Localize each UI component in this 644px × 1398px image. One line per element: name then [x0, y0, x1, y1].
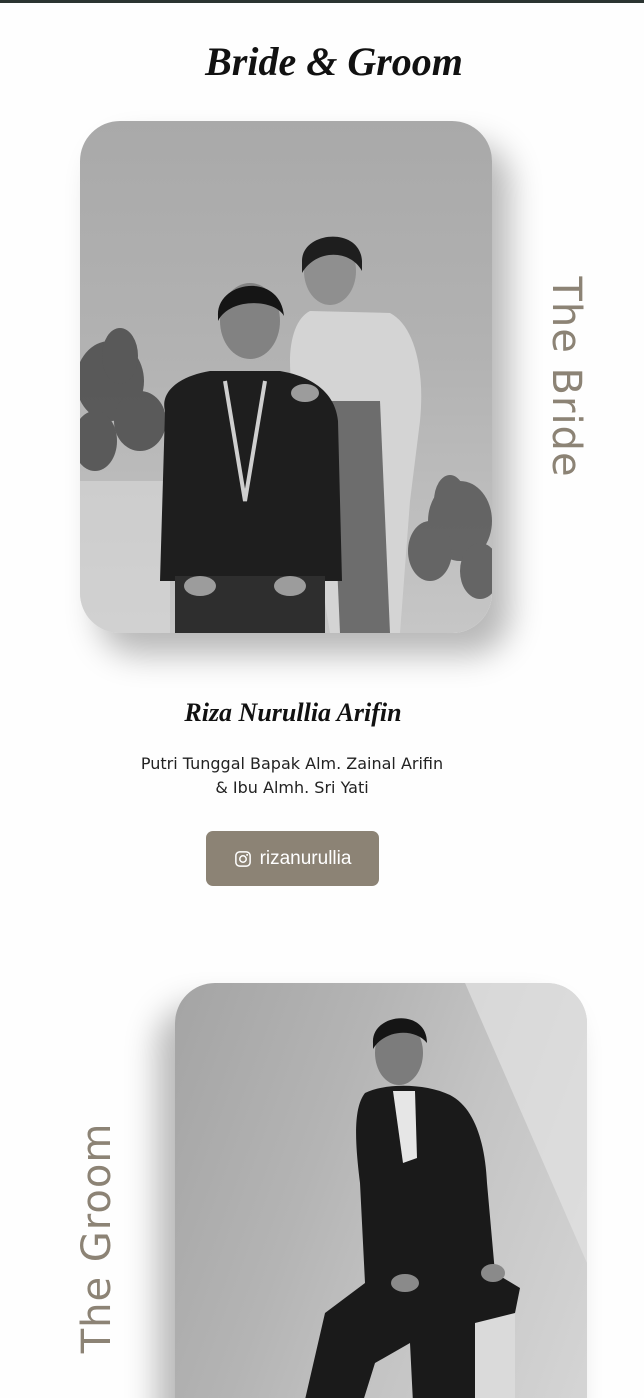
bride-instagram-button[interactable]: rizanurullia: [206, 831, 379, 886]
section-title: Bride & Groom: [205, 39, 463, 84]
bride-groom-couple-photo: [80, 121, 492, 633]
bride-parents: Putri Tunggal Bapak Alm. Zainal Arifin &…: [110, 752, 474, 800]
groom-photo: [175, 983, 587, 1398]
groom-photo-illustration: [305, 983, 587, 1398]
couple-photo-illustration: [80, 236, 492, 633]
bride-parents-line1: Putri Tunggal Bapak Alm. Zainal Arifin: [140, 754, 444, 773]
bride-name: Riza Nurullia Arifin: [184, 698, 402, 727]
instagram-handle: rizanurullia: [259, 847, 352, 869]
instagram-icon: [234, 850, 251, 867]
bride-parents-line2: & Ibu Almh. Sri Yati: [215, 778, 369, 797]
top-border: [0, 0, 644, 3]
the-bride-label: The Bride: [543, 276, 589, 478]
the-groom-label: The Groom: [74, 1122, 120, 1354]
